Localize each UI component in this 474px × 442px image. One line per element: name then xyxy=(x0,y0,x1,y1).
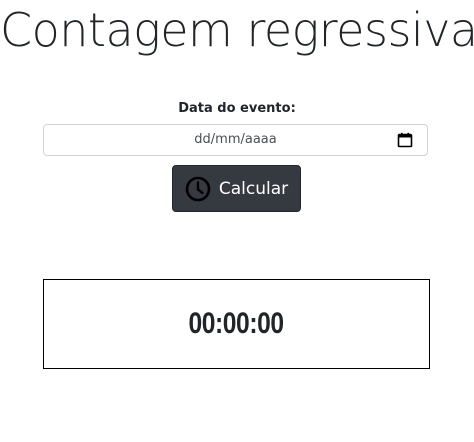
date-label: Data do evento: xyxy=(178,101,296,116)
countdown-value: 00:00:00 xyxy=(188,307,285,340)
calculate-button[interactable]: Calcular xyxy=(172,165,301,212)
countdown-display: 00:00:00 xyxy=(43,279,430,369)
page-title: Contagem regressiva xyxy=(0,3,474,57)
date-placeholder: dd/mm/aaaa xyxy=(194,132,277,147)
clock-icon xyxy=(185,176,211,202)
calendar-icon[interactable] xyxy=(397,132,413,148)
date-input[interactable]: dd/mm/aaaa xyxy=(43,124,428,156)
calculate-button-label: Calcular xyxy=(218,178,289,199)
